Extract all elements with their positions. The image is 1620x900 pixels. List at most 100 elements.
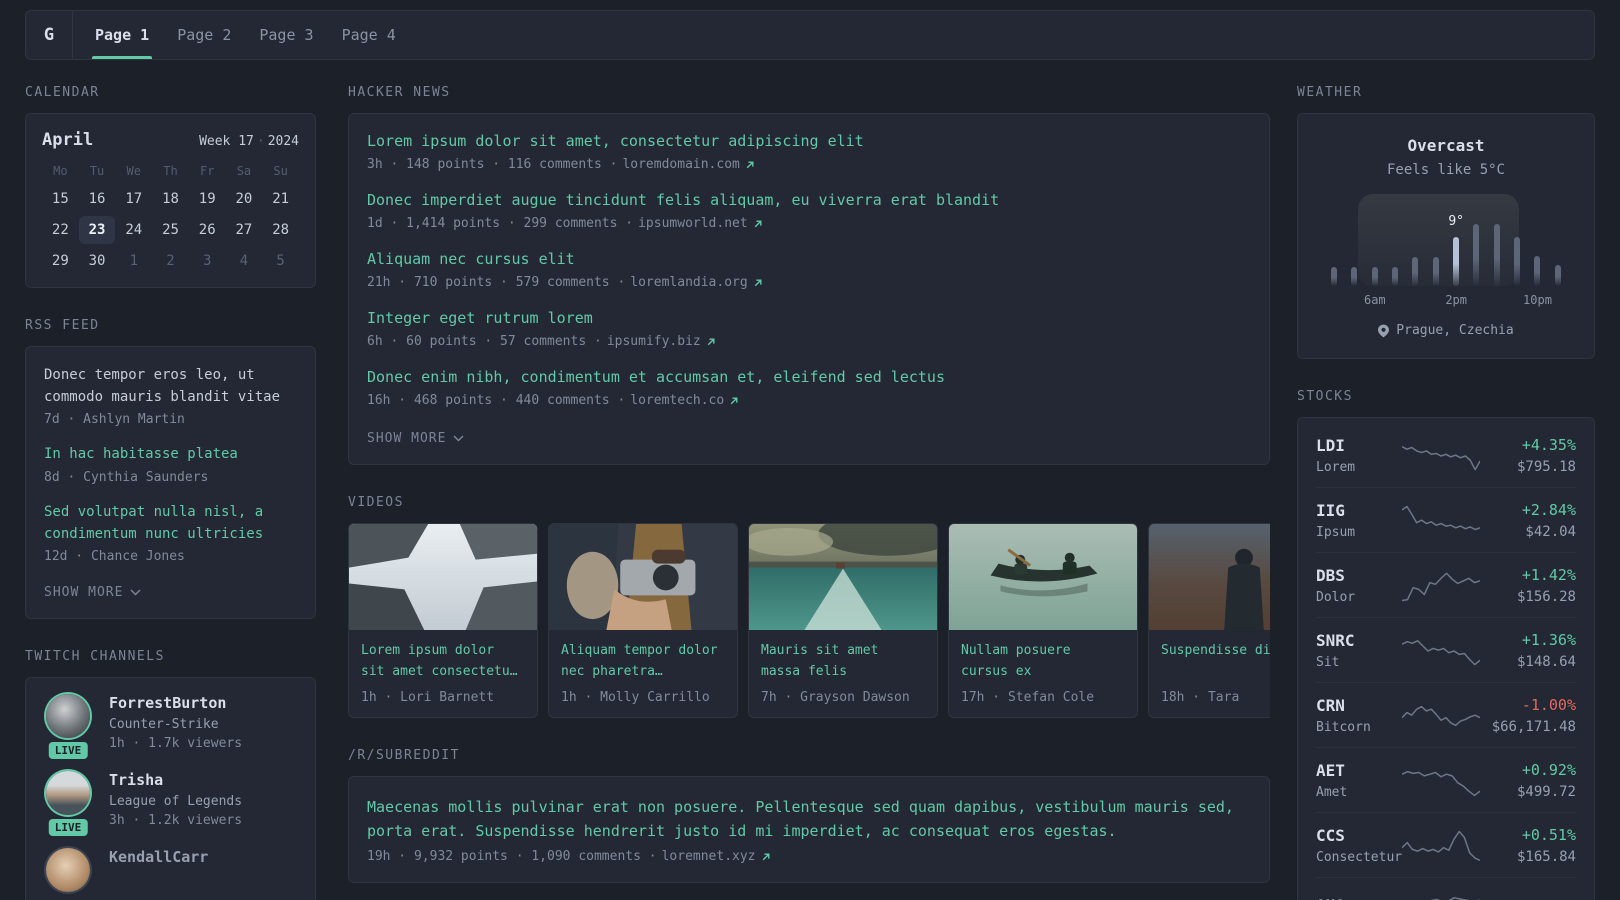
hn-show-more-button[interactable]: SHOW MORE [367, 431, 464, 446]
video-thumbnail-hands-holding-camera[interactable] [549, 524, 737, 630]
weather-bar [1371, 267, 1378, 286]
avatar-wrap: LIVE [44, 771, 92, 837]
calendar-day: 4 [239, 253, 249, 269]
video-title[interactable]: Lorem ipsum dolor sit amet consectetu… [361, 641, 525, 683]
video-thumbnail-boat-wake-city-sea[interactable] [749, 524, 937, 630]
stock-change-percent: +0.92% [1521, 761, 1576, 779]
stock-values: +0.46% [1484, 897, 1576, 900]
hn-story-domain-link[interactable]: ipsumify.biz [607, 334, 701, 349]
stock-sparkline [1402, 569, 1480, 603]
stock-price: $499.72 [1516, 784, 1576, 800]
video-thumbnail-concrete-pillars-sky[interactable] [349, 524, 537, 630]
channel-info: ForrestBurton Counter-Strike 1h · 1.7k v… [109, 694, 242, 751]
channel-name[interactable]: Trisha [109, 771, 242, 789]
videos-section-label: VIDEOS [348, 495, 404, 510]
stock-identity: IIG Ipsum [1316, 501, 1398, 540]
external-link-icon [707, 338, 715, 345]
video-card: Aliquam tempor dolor nec pharetra… 1h · … [548, 523, 738, 718]
weather-x-axis: 6am 2pm 10pm [1324, 293, 1568, 308]
stock-price: $795.18 [1516, 459, 1576, 475]
channel-avatar[interactable] [46, 848, 90, 893]
hn-story-title[interactable]: Donec imperdiet augue tincidunt felis al… [367, 191, 1251, 209]
stock-row[interactable]: AHS +0.46% [1316, 878, 1576, 900]
subreddit-post-domain-link[interactable]: loremnet.xyz [662, 849, 756, 864]
calendar-section-label: CALENDAR [25, 85, 100, 100]
channel-name[interactable]: ForrestBurton [109, 694, 242, 712]
stock-values: +0.51% $165.84 [1484, 826, 1576, 865]
weather-bar [1351, 267, 1358, 286]
hn-story-title[interactable]: Aliquam nec cursus elit [367, 250, 1251, 268]
hacker-news-section-label: HACKER NEWS [348, 85, 451, 100]
channel-avatar[interactable] [46, 771, 90, 816]
tab-page-4[interactable]: Page 4 [328, 11, 410, 59]
channel-category: League of Legends [109, 794, 243, 810]
calendar-day: 22 [51, 222, 69, 238]
rss-section-label: RSS FEED [25, 318, 100, 333]
weekday-label: Th [163, 164, 178, 178]
video-card: Mauris sit amet massa felis 7h · Grayson… [748, 523, 938, 718]
calendar-day: 23 [78, 216, 116, 244]
weather-location-text: Prague, Czechia [1396, 323, 1514, 338]
subreddit-widget: Maecenas mollis pulvinar erat non posuer… [348, 776, 1270, 883]
stock-ticker: AET [1316, 761, 1345, 780]
rss-item-title[interactable]: Sed volutpat nulla nisl, a condimentum n… [44, 502, 297, 545]
tab-page-1[interactable]: Page 1 [81, 11, 163, 59]
video-thumbnail-person-in-dark-field[interactable] [1149, 524, 1270, 630]
video-title[interactable]: Suspendisse diam [1161, 641, 1270, 683]
video-thumbnail-canoe-misty-lake[interactable] [949, 524, 1137, 630]
video-title[interactable]: Mauris sit amet massa felis [761, 641, 925, 683]
calendar-day: 29 [51, 253, 69, 269]
rss-item-title[interactable]: Donec tempor eros leo, ut commodo mauris… [44, 365, 297, 408]
hn-story-domain-link[interactable]: loremlandia.org [630, 275, 747, 290]
rss-item-title[interactable]: In hac habitasse platea [44, 444, 297, 466]
app-logo[interactable]: G [26, 11, 73, 59]
channel-name[interactable]: KendallCarr [109, 848, 208, 866]
live-badge: LIVE [48, 819, 88, 837]
stock-change-percent: +1.42% [1521, 566, 1576, 584]
week-number: 17 [238, 134, 254, 149]
subreddit-post-stats: 19h · 9,932 points · 1,090 comments · [367, 849, 657, 864]
external-link-icon [762, 853, 770, 860]
weekday-label: Su [273, 164, 288, 178]
hn-story-title[interactable]: Lorem ipsum dolor sit amet, consectetur … [367, 132, 1251, 150]
avatar-wrap: LIVE [44, 694, 92, 760]
hn-story-stats: 21h · 710 points · 579 comments · [367, 275, 626, 290]
stock-company-name: Amet [1316, 785, 1348, 800]
twitch-section-label: TWITCH CHANNELS [25, 649, 165, 665]
stock-row[interactable]: SNRC Sit +1.36% $148.64 [1316, 618, 1576, 683]
hn-story-domain-link[interactable]: loremtech.co [630, 393, 724, 408]
stock-row[interactable]: LDI Lorem +4.35% $795.18 [1316, 423, 1576, 488]
video-card: Suspendisse diam 18h · Tara [1148, 523, 1270, 718]
hn-story-title[interactable]: Integer eget rutrum lorem [367, 309, 1251, 327]
video-title[interactable]: Nullam posuere cursus ex [961, 641, 1125, 683]
external-link-icon [754, 279, 762, 286]
tab-page-3[interactable]: Page 3 [245, 11, 327, 59]
stock-row[interactable]: CCS Consectetur +0.51% $165.84 [1316, 813, 1576, 878]
dashboard: CALENDAR April Week 17 · 2024 Mo Tu We Th Fr Sa… [0, 85, 1620, 900]
hn-story: Donec enim nibh, condimentum et accumsan… [367, 368, 1251, 408]
stock-company-name: Lorem [1316, 460, 1356, 475]
stock-row[interactable]: AET Amet +0.92% $499.72 [1316, 748, 1576, 813]
hn-story-domain-link[interactable]: ipsumworld.net [638, 216, 748, 231]
stock-price: $165.84 [1516, 849, 1576, 865]
hn-story-domain-link[interactable]: loremdomain.com [622, 157, 739, 172]
video-card-body: Suspendisse diam 18h · Tara [1149, 630, 1270, 717]
channel-avatar[interactable] [46, 694, 90, 739]
stock-row[interactable]: IIG Ipsum +2.84% $42.04 [1316, 488, 1576, 553]
stock-row[interactable]: DBS Dolor +1.42% $156.28 [1316, 553, 1576, 618]
calendar-widget: April Week 17 · 2024 Mo Tu We Th Fr Sa Su 15 16 17… [25, 113, 316, 288]
stock-change-percent: -1.00% [1521, 696, 1576, 714]
stock-change-percent: +0.51% [1521, 826, 1576, 844]
stock-row[interactable]: CRN Bitcorn -1.00% $66,171.48 [1316, 683, 1576, 748]
rss-show-more-button[interactable]: SHOW MORE [44, 585, 141, 600]
weather-bar [1554, 265, 1561, 286]
video-title[interactable]: Aliquam tempor dolor nec pharetra… [561, 641, 725, 683]
calendar-day: 16 [88, 191, 106, 207]
tab-page-2[interactable]: Page 2 [163, 11, 245, 59]
hn-item-list: Lorem ipsum dolor sit amet, consectetur … [367, 132, 1251, 408]
hn-story-title[interactable]: Donec enim nibh, condimentum et accumsan… [367, 368, 1251, 386]
stock-values: +2.84% $42.04 [1484, 501, 1576, 540]
stock-change-percent: +0.46% [1484, 897, 1576, 900]
video-meta: 17h · Stefan Cole [961, 690, 1095, 705]
subreddit-post-title[interactable]: Maecenas mollis pulvinar erat non posuer… [367, 795, 1251, 843]
